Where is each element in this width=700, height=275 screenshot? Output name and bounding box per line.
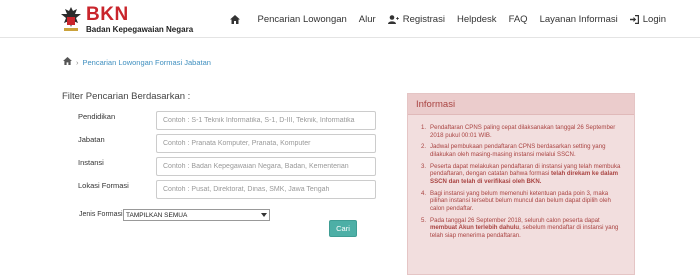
nav-registrasi[interactable]: Registrasi (387, 13, 445, 25)
instansi-input[interactable] (156, 157, 376, 176)
info-item-text: Pada tanggal 26 September 2018, seluruh … (430, 216, 600, 224)
info-item-text: Bagi instansi yang belum memenuhi ketent… (430, 189, 611, 212)
jenis-formasi-value: TAMPILKAN SEMUA (126, 211, 188, 219)
breadcrumb-current[interactable]: Pencarian Lowongan Formasi Jabatan (83, 58, 211, 67)
info-list: 1. Pendaftaran CPNS paling cepat dilaksan… (408, 115, 634, 239)
nav-helpdesk[interactable]: Helpdesk (457, 14, 497, 25)
nav-label: Alur (358, 13, 376, 25)
nav-login[interactable]: Login (629, 13, 666, 25)
nav-label: Login (642, 13, 666, 25)
info-item-number: 5. (421, 216, 427, 224)
breadcrumb: › Pencarian Lowongan Formasi Jabatan (63, 57, 211, 67)
info-item-text: Jadwal pembukaan pendaftaran CPNS berdas… (430, 143, 606, 158)
lokasi-formasi-input[interactable] (156, 180, 376, 199)
info-title: Informasi (408, 94, 634, 115)
nav-pencarian-lowongan[interactable]: Pencarian Lowongan (258, 14, 347, 25)
filter-title: Filter Pencarian Berdasarkan : (62, 91, 191, 102)
nav-faq[interactable]: FAQ (509, 14, 528, 25)
info-item-number: 2. (421, 143, 427, 151)
info-item: 5. Pada tanggal 26 September 2018, seluru… (421, 216, 624, 240)
chevron-right-icon: › (76, 57, 79, 67)
logo-title: BKN (86, 4, 129, 25)
info-item: 3. Peserta dapat melakukan pendaftaran di… (421, 163, 624, 186)
cari-button[interactable]: Cari (329, 220, 357, 237)
info-item-number: 1. (421, 124, 427, 131)
nav-home[interactable] (229, 14, 244, 24)
jenis-formasi-label: Jenis Formasi: (79, 211, 125, 218)
label-jabatan: Jabatan (78, 135, 105, 144)
garuda-emblem-icon (61, 7, 81, 31)
label-instansi: Instansi (78, 158, 104, 167)
nav-label: Registrasi (402, 13, 445, 25)
jabatan-input[interactable] (156, 134, 376, 153)
info-item: 4. Bagi instansi yang belum memenuhi kete… (421, 189, 624, 213)
info-item-number: 4. (421, 189, 427, 197)
info-item-text: Pendaftaran CPNS paling cepat dilaksanak… (430, 124, 616, 139)
main-nav: Pencarian Lowongan Alur Registrasi Helpd… (229, 0, 666, 38)
user-plus-icon (387, 14, 399, 24)
chevron-down-icon (261, 212, 267, 219)
nav-alur[interactable]: Alur (359, 14, 376, 25)
nav-label: Pencarian Lowongan (257, 13, 347, 25)
home-icon[interactable] (63, 57, 72, 67)
bkn-logo[interactable]: BKN Badan Kepegawaian Negara (60, 3, 200, 35)
label-pendidikan: Pendidikan (78, 112, 116, 121)
home-icon (229, 14, 240, 24)
login-icon (629, 14, 639, 24)
info-item: 2. Jadwal pembukaan pendaftaran CPNS berd… (421, 143, 624, 158)
info-item-number: 3. (421, 162, 427, 170)
nav-label: Helpdesk (456, 13, 497, 25)
nav-layanan-informasi[interactable]: Layanan Informasi (540, 14, 618, 25)
info-item-bold-text: membuat Akun terlebih dahulu (430, 224, 520, 232)
nav-label: FAQ (508, 13, 528, 25)
pendidikan-input[interactable] (156, 111, 376, 130)
nav-label: Layanan Informasi (539, 13, 618, 25)
logo-subtitle: Badan Kepegawaian Negara (86, 25, 194, 34)
label-lokasi-formasi: Lokasi Formasi (78, 181, 129, 190)
jenis-formasi-select[interactable]: TAMPILKAN SEMUA (123, 209, 270, 221)
info-panel: Informasi 1. Pendaftaran CPNS paling cepa… (407, 93, 635, 275)
info-item: 1. Pendaftaran CPNS paling cepat dilaksan… (421, 124, 624, 139)
top-navbar: BKN Badan Kepegawaian Negara Pencarian L… (0, 0, 700, 38)
